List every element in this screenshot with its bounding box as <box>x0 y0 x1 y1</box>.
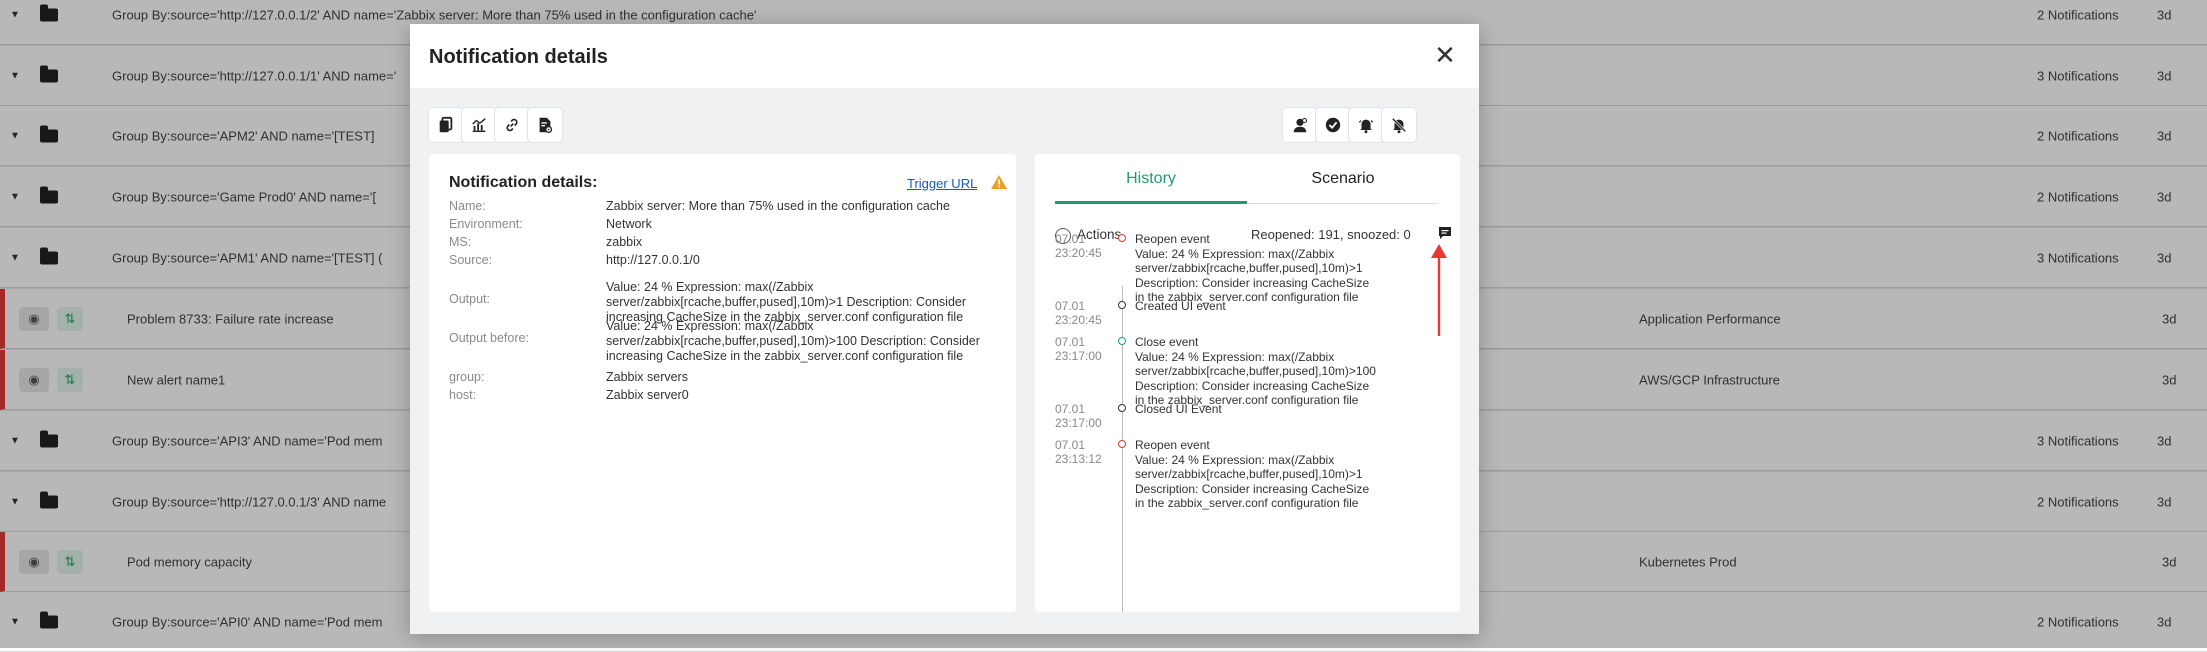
event-time: 23:17:00 <box>1055 349 1102 363</box>
event-datetime: 07.01 23:17:00 <box>1055 335 1102 363</box>
notification-details-modal: Notification details ✕ Notification deta… <box>410 24 1479 634</box>
bell-icon <box>1358 119 1374 134</box>
field-value: zabbix <box>606 235 643 249</box>
trigger-url-link[interactable]: Trigger URL <box>907 176 977 191</box>
timeline-dot <box>1118 234 1126 242</box>
event-title: Closed UI Event <box>1135 402 1222 416</box>
field-value: Zabbix server0 <box>606 388 689 402</box>
event-title: Close event <box>1135 335 1199 349</box>
document-settings-icon <box>539 117 553 134</box>
bell-off-icon <box>1391 117 1407 134</box>
warning-icon <box>991 175 1007 189</box>
event-time: 23:20:45 <box>1055 313 1102 327</box>
tab-history[interactable]: History <box>1055 170 1247 204</box>
event-date: 07.01 <box>1055 335 1086 349</box>
event-time: 23:20:45 <box>1055 246 1102 260</box>
link-button[interactable] <box>495 108 529 142</box>
check-circle-icon <box>1325 117 1341 133</box>
event-title: Reopen event <box>1135 438 1210 452</box>
tab-scenario[interactable]: Scenario <box>1247 170 1439 204</box>
field-label: Source: <box>449 253 493 267</box>
event-title: Created UI event <box>1135 299 1226 313</box>
details-card: Notification details: Trigger URL Name: … <box>429 154 1016 612</box>
field-value: Value: 24 % Expression: max(/Zabbix serv… <box>606 319 980 363</box>
event-time: 23:17:00 <box>1055 416 1102 430</box>
modal-header: Notification details ✕ <box>410 24 1479 88</box>
timeline-dot <box>1118 337 1126 345</box>
event-date: 07.01 <box>1055 438 1086 452</box>
field-label: group: <box>449 370 485 384</box>
event-time: 23:13:12 <box>1055 452 1102 466</box>
event-date: 07.01 <box>1055 232 1086 246</box>
field-label: Output before: <box>449 331 529 345</box>
close-button[interactable]: ✕ <box>1432 42 1458 69</box>
event-date: 07.01 <box>1055 402 1086 416</box>
field-label: MS: <box>449 235 472 249</box>
assign-user-icon <box>1293 117 1308 133</box>
field-label: host: <box>449 388 477 402</box>
link-icon <box>506 118 518 132</box>
chart-icon <box>472 118 486 133</box>
copy-icon <box>439 116 453 133</box>
copy-button[interactable] <box>429 108 463 142</box>
comment-icon[interactable] <box>1438 226 1452 240</box>
notify-button[interactable] <box>1349 108 1383 142</box>
field-label: Name: <box>449 199 486 213</box>
timeline-dot <box>1118 301 1126 309</box>
field-label: Output: <box>449 292 490 306</box>
event-datetime: 07.01 23:13:12 <box>1055 438 1102 466</box>
mute-button[interactable] <box>1382 108 1416 142</box>
event-detail: Value: 24 % Expression: max(/Zabbix serv… <box>1135 452 1370 511</box>
timeline-line <box>1122 286 1123 612</box>
modal-title: Notification details <box>429 46 608 68</box>
event-detail: Value: 24 % Expression: max(/Zabbix serv… <box>1135 349 1376 408</box>
event-text: Closed UI Event <box>1135 402 1371 417</box>
event-text: Reopen event Value: 24 % Expression: max(… <box>1135 438 1371 511</box>
event-text: Created UI event <box>1135 299 1371 314</box>
annotation-arrow <box>1431 244 1447 336</box>
timeline-dot <box>1118 440 1126 448</box>
event-text: Reopen event Value: 24 % Expression: max(… <box>1135 232 1371 305</box>
field-value: http://127.0.0.1/0 <box>606 253 700 267</box>
acknowledge-button[interactable] <box>1316 108 1350 142</box>
event-title: Reopen event <box>1135 232 1210 246</box>
event-datetime: 07.01 23:17:00 <box>1055 402 1102 430</box>
field-value: Zabbix server: More than 75% used in the… <box>606 199 950 213</box>
field-value: Zabbix servers <box>606 370 688 384</box>
field-label: Environment: <box>449 217 523 231</box>
document-settings-button[interactable] <box>528 108 562 142</box>
event-date: 07.01 <box>1055 299 1086 313</box>
event-datetime: 07.01 23:20:45 <box>1055 299 1102 327</box>
chart-button[interactable] <box>462 108 496 142</box>
assign-user-button[interactable] <box>1283 108 1317 142</box>
event-datetime: 07.01 23:20:45 <box>1055 232 1102 260</box>
event-text: Close event Value: 24 % Expression: max(/… <box>1135 335 1376 408</box>
history-card: History Scenario Actions Reopened: 191, … <box>1035 154 1460 612</box>
details-title: Notification details: <box>449 174 598 191</box>
timeline-dot <box>1118 404 1126 412</box>
event-detail: Value: 24 % Expression: max(/Zabbix serv… <box>1135 246 1370 305</box>
field-value: Network <box>606 217 652 231</box>
